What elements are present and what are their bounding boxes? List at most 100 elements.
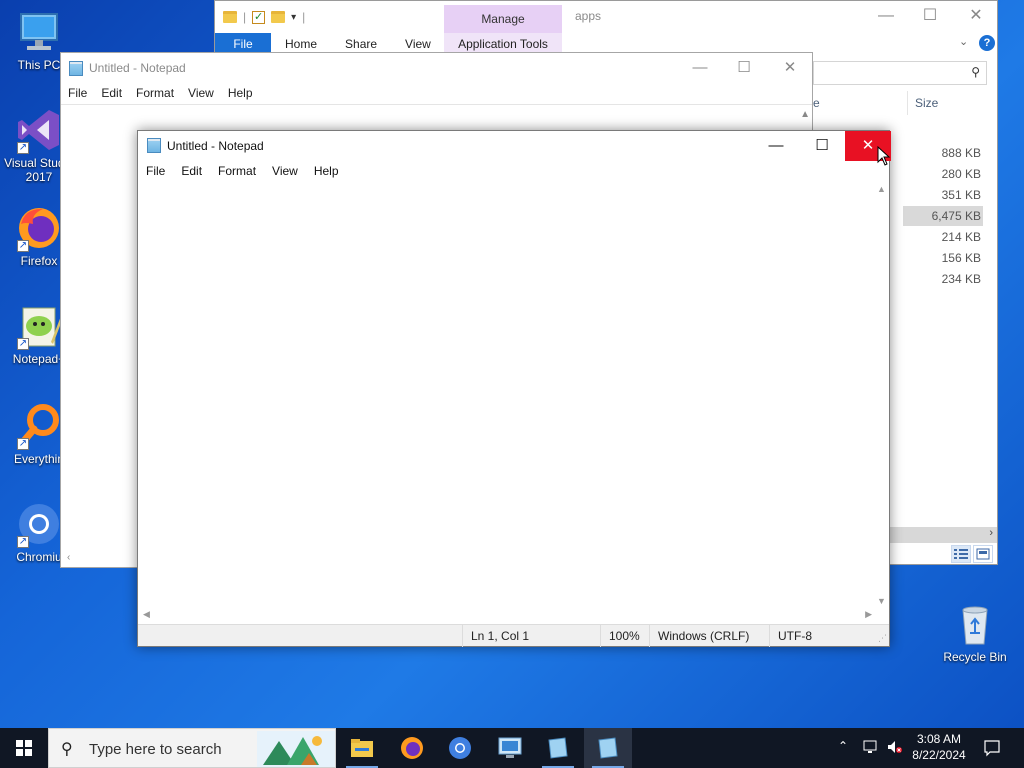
status-encoding: UTF-8 bbox=[769, 625, 812, 647]
folder-icon[interactable] bbox=[223, 11, 237, 23]
menu-edit[interactable]: Edit bbox=[173, 161, 210, 181]
taskbar-search-box[interactable]: ⚲ Type here to search bbox=[48, 728, 336, 768]
show-hidden-icons-chevron-icon[interactable]: ⌃ bbox=[838, 739, 848, 768]
large-icons-view-button[interactable] bbox=[973, 545, 993, 563]
scroll-left-arrow-icon[interactable]: ‹ bbox=[67, 552, 70, 563]
explorer-minimize-button[interactable]: — bbox=[863, 5, 909, 27]
search-icon: ⚲ bbox=[971, 65, 980, 79]
status-line-ending: Windows (CRLF) bbox=[649, 625, 749, 647]
column-divider bbox=[907, 91, 908, 115]
taskbar-notepad[interactable] bbox=[534, 728, 582, 768]
column-header-name[interactable]: e bbox=[813, 89, 820, 117]
clock-time: 3:08 AM bbox=[916, 732, 962, 746]
menu-edit[interactable]: Edit bbox=[94, 83, 129, 103]
customize-toolbar-chevron-icon[interactable]: ▾ bbox=[291, 12, 296, 23]
shortcut-arrow-icon: ↗ bbox=[17, 240, 29, 252]
properties-check-icon[interactable]: ✓ bbox=[252, 10, 266, 24]
explorer-titlebar: | ✓ ▾ | Manage apps — ☐ ✕ File Home Shar… bbox=[215, 1, 997, 55]
taskbar-firefox[interactable] bbox=[388, 728, 436, 768]
network-icon[interactable] bbox=[862, 738, 880, 768]
menu-view[interactable]: View bbox=[181, 83, 221, 103]
minimize-button[interactable]: — bbox=[753, 131, 799, 161]
status-zoom: 100% bbox=[600, 625, 640, 647]
explorer-close-button[interactable]: ✕ bbox=[953, 5, 999, 27]
shortcut-arrow-icon: ↗ bbox=[17, 142, 29, 154]
help-icon[interactable]: ? bbox=[979, 35, 995, 51]
search-highlight-icon[interactable] bbox=[257, 731, 335, 767]
notifications-icon[interactable] bbox=[982, 738, 1002, 768]
new-folder-icon[interactable] bbox=[271, 11, 286, 23]
file-size-cell[interactable]: 214 KB bbox=[903, 227, 983, 247]
file-size-cell-selected[interactable]: 6,475 KB bbox=[903, 206, 983, 226]
windows-logo-icon bbox=[16, 740, 32, 756]
close-button[interactable]: ✕ bbox=[767, 57, 813, 79]
scroll-right-arrow-icon[interactable]: ▶ bbox=[865, 609, 872, 620]
scroll-left-arrow-icon[interactable]: ◀ bbox=[143, 609, 150, 620]
explorer-title: apps bbox=[575, 9, 602, 23]
desktop-icon-label: Recycle Bin bbox=[943, 650, 1007, 664]
ribbon-expand-chevron-icon[interactable]: ⌄ bbox=[959, 35, 968, 48]
visual-studio-icon: ↗ bbox=[15, 106, 63, 154]
window-title: Untitled - Notepad bbox=[89, 61, 186, 75]
firefox-icon bbox=[401, 737, 423, 759]
monitor-icon bbox=[15, 8, 63, 56]
notepad-icon bbox=[147, 138, 161, 153]
system-clock[interactable]: 3:08 AM 8/22/2024 bbox=[904, 731, 974, 763]
toolbar-separator: | bbox=[302, 10, 306, 24]
start-button[interactable] bbox=[0, 728, 48, 768]
file-size-cell[interactable]: 888 KB bbox=[903, 143, 983, 163]
notepad-titlebar: Untitled - Notepad — ☐ ✕ bbox=[61, 53, 812, 83]
explorer-search-box[interactable]: ⚲ bbox=[813, 61, 987, 85]
volume-muted-icon[interactable] bbox=[886, 738, 904, 768]
file-size-cell[interactable]: 156 KB bbox=[903, 248, 983, 268]
taskbar-file-explorer[interactable] bbox=[338, 728, 386, 768]
resize-grip-icon[interactable]: ⋰ bbox=[878, 633, 887, 644]
status-bar: Ln 1, Col 1 100% Windows (CRLF) UTF-8 ⋰ bbox=[138, 624, 889, 647]
menu-format[interactable]: Format bbox=[210, 161, 264, 181]
file-size-cell[interactable]: 234 KB bbox=[903, 269, 983, 289]
details-view-button[interactable] bbox=[951, 545, 971, 563]
scroll-up-arrow-icon[interactable]: ▲ bbox=[877, 184, 886, 194]
taskbar-chromium[interactable] bbox=[436, 728, 484, 768]
column-header-size[interactable]: Size bbox=[915, 89, 938, 117]
menu-view[interactable]: View bbox=[264, 161, 306, 181]
maximize-button[interactable]: ☐ bbox=[799, 131, 845, 161]
notepad-titlebar: Untitled - Notepad — ☐ ✕ bbox=[138, 131, 891, 161]
menu-file[interactable]: File bbox=[61, 83, 94, 103]
vertical-scrollbar[interactable]: ▲ ▼ bbox=[874, 182, 889, 608]
menu-file[interactable]: File bbox=[138, 161, 173, 181]
tab-manage[interactable]: Manage bbox=[444, 5, 562, 33]
toolbar-separator: | bbox=[243, 10, 247, 24]
search-placeholder: Type here to search bbox=[89, 741, 222, 758]
chromium-icon bbox=[449, 737, 471, 759]
taskbar-notepad-active[interactable] bbox=[584, 728, 632, 768]
clock-date: 8/22/2024 bbox=[912, 748, 966, 762]
notepad-icon bbox=[548, 737, 568, 759]
notepad-plus-icon: ↗ bbox=[15, 302, 63, 350]
notepad-icon bbox=[69, 61, 83, 76]
file-size-cell[interactable]: 280 KB bbox=[903, 164, 983, 184]
notepad-window-active[interactable]: Untitled - Notepad — ☐ ✕ File Edit Forma… bbox=[137, 130, 891, 647]
minimize-button[interactable]: — bbox=[677, 57, 723, 79]
menu-format[interactable]: Format bbox=[129, 83, 181, 103]
maximize-button[interactable]: ☐ bbox=[721, 57, 767, 79]
menu-bar: File Edit Format View Help bbox=[138, 161, 347, 181]
scroll-down-arrow-icon[interactable]: ▼ bbox=[877, 596, 886, 606]
recycle-bin-icon bbox=[951, 600, 999, 648]
scroll-up-arrow-icon[interactable]: ▲ bbox=[800, 109, 810, 120]
notepad-icon bbox=[598, 737, 618, 759]
taskbar-remote-desktop[interactable] bbox=[486, 728, 534, 768]
horizontal-scrollbar[interactable]: ◀ ▶ bbox=[138, 608, 876, 623]
firefox-icon: ↗ bbox=[15, 204, 63, 252]
file-size-cell[interactable]: 351 KB bbox=[903, 185, 983, 205]
desktop-icon-recycle-bin[interactable]: Recycle Bin bbox=[938, 600, 1012, 664]
text-editor-area[interactable] bbox=[138, 182, 876, 608]
quick-access-toolbar: | ✓ ▾ | bbox=[223, 7, 305, 27]
menu-help[interactable]: Help bbox=[221, 83, 260, 103]
shortcut-arrow-icon: ↗ bbox=[17, 536, 29, 548]
scroll-right-arrow-icon[interactable]: › bbox=[989, 527, 993, 539]
menu-help[interactable]: Help bbox=[306, 161, 347, 181]
explorer-maximize-button[interactable]: ☐ bbox=[907, 5, 953, 27]
chromium-icon: ↗ bbox=[15, 500, 63, 548]
taskbar: ⚲ Type here to search ⌃ 3:08 AM 8/22/202… bbox=[0, 728, 1024, 768]
